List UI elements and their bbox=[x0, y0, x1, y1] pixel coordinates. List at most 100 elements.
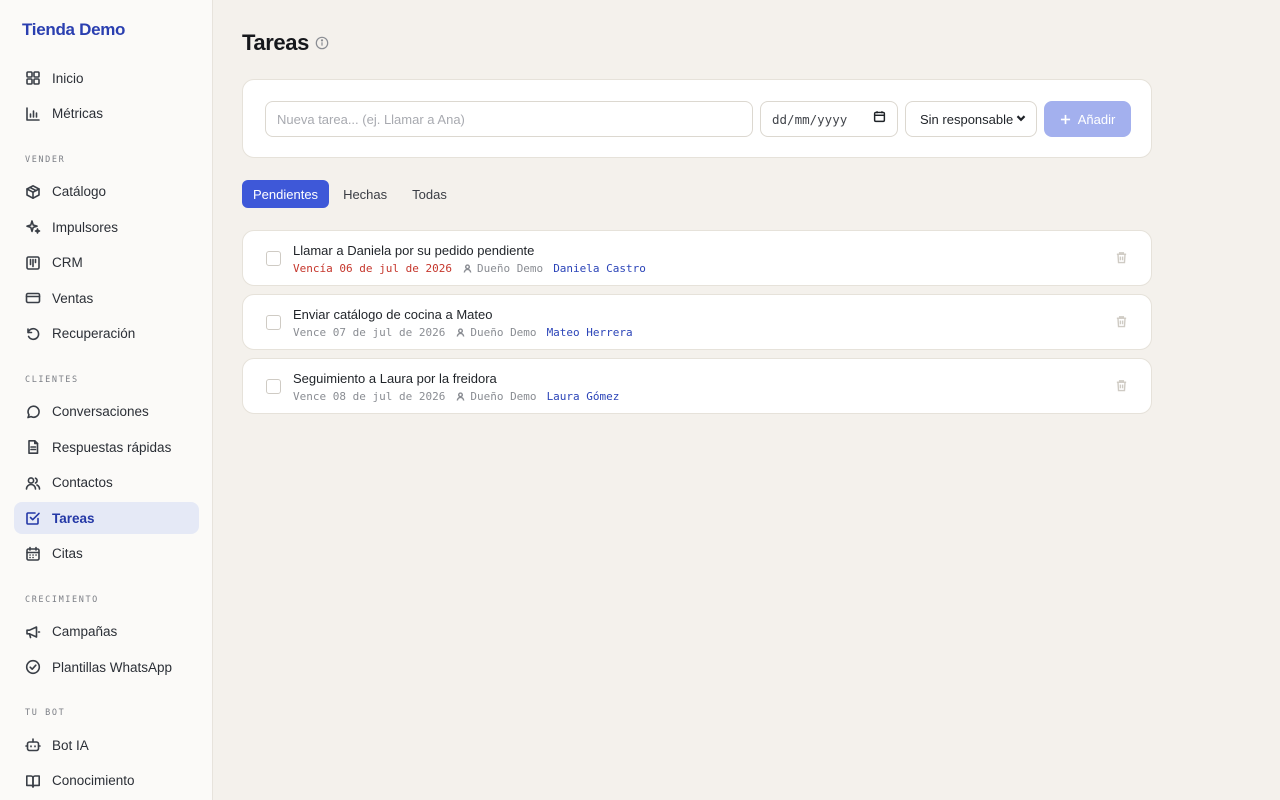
sidebar-item-label: CRM bbox=[52, 255, 83, 270]
sidebar-item-label: Tareas bbox=[52, 510, 95, 526]
calendar-icon[interactable] bbox=[873, 110, 886, 128]
task-contact-link[interactable]: Laura Gómez bbox=[547, 390, 620, 403]
task-title[interactable]: Enviar catálogo de cocina a Mateo bbox=[293, 307, 492, 322]
page-title: Tareas bbox=[242, 30, 309, 55]
plus-icon bbox=[1060, 114, 1071, 125]
grid-icon bbox=[24, 70, 41, 87]
task-owner: Dueño Demo bbox=[456, 390, 537, 403]
sidebar-section-label: CRECIMIENTO bbox=[25, 594, 99, 605]
due-date-input[interactable]: dd/mm/yyyy bbox=[760, 101, 898, 137]
task-checkbox[interactable] bbox=[266, 251, 281, 266]
new-task-form: dd/mm/yyyy Sin responsable Añadir bbox=[242, 79, 1152, 158]
calendar-icon bbox=[24, 545, 41, 562]
tab-pendientes[interactable]: Pendientes bbox=[242, 180, 330, 208]
task-title[interactable]: Llamar a Daniela por su pedido pendiente bbox=[293, 243, 534, 258]
sidebar-section-label: TU BOT bbox=[25, 708, 66, 718]
date-placeholder: dd/mm/yyyy bbox=[772, 111, 848, 127]
tab-todas[interactable]: Todas bbox=[401, 180, 458, 208]
task-row: Seguimiento a Laura por la freidora Vence… bbox=[242, 358, 1152, 414]
assignee-select[interactable]: Sin responsable bbox=[905, 101, 1037, 137]
trash-icon[interactable] bbox=[1115, 315, 1129, 329]
sidebar-item-label: Campañas bbox=[52, 624, 118, 639]
add-task-label: Añadir bbox=[1077, 111, 1116, 127]
task-due-date: Vence 07 de jul de 2026 bbox=[293, 326, 446, 339]
sidebar-item-inicio[interactable]: Inicio bbox=[14, 62, 199, 94]
sidebar-item-conversaciones[interactable]: Conversaciones bbox=[14, 396, 199, 428]
credit-card-icon bbox=[24, 290, 41, 307]
assignee-selected-value: Sin responsable bbox=[920, 111, 1014, 127]
chevron-down-icon bbox=[1016, 110, 1026, 128]
sidebar-item-bot-ia[interactable]: Bot IA bbox=[14, 729, 199, 761]
package-icon bbox=[24, 183, 41, 200]
sidebar-item-label: Recuperación bbox=[52, 326, 136, 341]
task-filter-tabs: Pendientes Hechas Todas bbox=[242, 180, 461, 208]
sidebar-item-plantillas-whatsapp[interactable]: Plantillas WhatsApp bbox=[14, 651, 199, 683]
user-icon bbox=[463, 264, 472, 273]
task-list: Llamar a Daniela por su pedido pendiente… bbox=[242, 230, 1152, 422]
sidebar-item-campañas[interactable]: Campañas bbox=[14, 616, 199, 648]
task-due-date: Vencía 06 de jul de 2026 bbox=[293, 262, 452, 275]
task-meta: Vence 08 de jul de 2026 Dueño Demo Laura G… bbox=[293, 390, 619, 403]
check-circle-icon bbox=[24, 659, 41, 676]
sidebar-item-label: Respuestas rápidas bbox=[52, 439, 172, 455]
task-owner-name: Dueño Demo bbox=[476, 262, 544, 275]
sidebar-item-label: Bot IA bbox=[52, 737, 89, 753]
sidebar-item-ventas[interactable]: Ventas bbox=[14, 282, 199, 314]
chat-bubble-icon bbox=[24, 403, 41, 420]
task-owner: Dueño Demo bbox=[463, 262, 543, 275]
users-icon bbox=[24, 474, 41, 491]
book-icon bbox=[24, 772, 41, 789]
add-task-button[interactable]: Añadir bbox=[1044, 101, 1131, 137]
file-text-icon bbox=[24, 439, 41, 456]
task-meta: Vencía 06 de jul de 2026 Dueño Demo Daniel… bbox=[293, 262, 646, 275]
check-square-icon bbox=[24, 510, 41, 527]
sidebar-item-contactos[interactable]: Contactos bbox=[14, 467, 199, 499]
sidebar-item-citas[interactable]: Citas bbox=[14, 538, 199, 570]
sidebar-item-label: Métricas bbox=[52, 106, 104, 121]
task-due-date: Vence 08 de jul de 2026 bbox=[293, 390, 446, 403]
sidebar-item-label: Impulsores bbox=[52, 219, 119, 235]
sidebar-item-label: Plantillas WhatsApp bbox=[52, 659, 173, 675]
page-header: Tareas bbox=[242, 30, 329, 56]
sidebar-item-recuperación[interactable]: Recuperación bbox=[14, 318, 199, 350]
rotate-ccw-icon bbox=[24, 325, 41, 342]
sidebar-item-métricas[interactable]: Métricas bbox=[14, 98, 199, 130]
task-contact-link[interactable]: Mateo Herrera bbox=[547, 326, 633, 339]
sidebar-item-label: Inicio bbox=[52, 70, 84, 86]
sidebar-nav: Inicio Métricas VENDER Catálogo Impulsores CR… bbox=[14, 62, 199, 800]
sidebar-item-catálogo[interactable]: Catálogo bbox=[14, 176, 199, 208]
user-icon bbox=[456, 328, 465, 337]
sidebar: Tienda Demo Inicio Métricas VENDER Catálogo… bbox=[0, 0, 213, 800]
kanban-icon bbox=[24, 254, 41, 271]
info-icon[interactable] bbox=[315, 36, 329, 50]
sidebar-item-tareas[interactable]: Tareas bbox=[14, 502, 199, 534]
trash-icon[interactable] bbox=[1115, 251, 1129, 265]
task-owner: Dueño Demo bbox=[456, 326, 537, 339]
sidebar-item-conocimiento[interactable]: Conocimiento bbox=[14, 765, 199, 797]
megaphone-icon bbox=[24, 623, 41, 640]
task-owner-name: Dueño Demo bbox=[470, 326, 537, 339]
task-title[interactable]: Seguimiento a Laura por la freidora bbox=[293, 371, 497, 386]
task-checkbox[interactable] bbox=[266, 315, 281, 330]
bar-chart-icon bbox=[24, 105, 41, 122]
sidebar-item-respuestas-rápidas[interactable]: Respuestas rápidas bbox=[14, 431, 199, 463]
task-row: Enviar catálogo de cocina a Mateo Vence 0… bbox=[242, 294, 1152, 350]
sidebar-item-label: Conocimiento bbox=[52, 773, 135, 788]
sidebar-item-label: Conversaciones bbox=[52, 404, 149, 419]
tab-hechas[interactable]: Hechas bbox=[332, 180, 398, 208]
task-contact-link[interactable]: Daniela Castro bbox=[553, 262, 646, 275]
task-checkbox[interactable] bbox=[266, 379, 281, 394]
sparkles-icon bbox=[24, 219, 41, 236]
sidebar-item-crm[interactable]: CRM bbox=[14, 247, 199, 279]
user-icon bbox=[456, 392, 465, 401]
task-meta: Vence 07 de jul de 2026 Dueño Demo Mateo H… bbox=[293, 326, 633, 339]
task-row: Llamar a Daniela por su pedido pendiente… bbox=[242, 230, 1152, 286]
brand-logo[interactable]: Tienda Demo bbox=[22, 20, 125, 40]
task-title-input[interactable] bbox=[265, 101, 753, 137]
sidebar-section-label: CLIENTES bbox=[25, 374, 79, 385]
sidebar-item-label: Catálogo bbox=[52, 184, 107, 199]
sidebar-section-label: VENDER bbox=[25, 154, 66, 165]
sidebar-item-label: Citas bbox=[52, 546, 83, 561]
trash-icon[interactable] bbox=[1115, 379, 1129, 393]
sidebar-item-impulsores[interactable]: Impulsores bbox=[14, 211, 199, 243]
